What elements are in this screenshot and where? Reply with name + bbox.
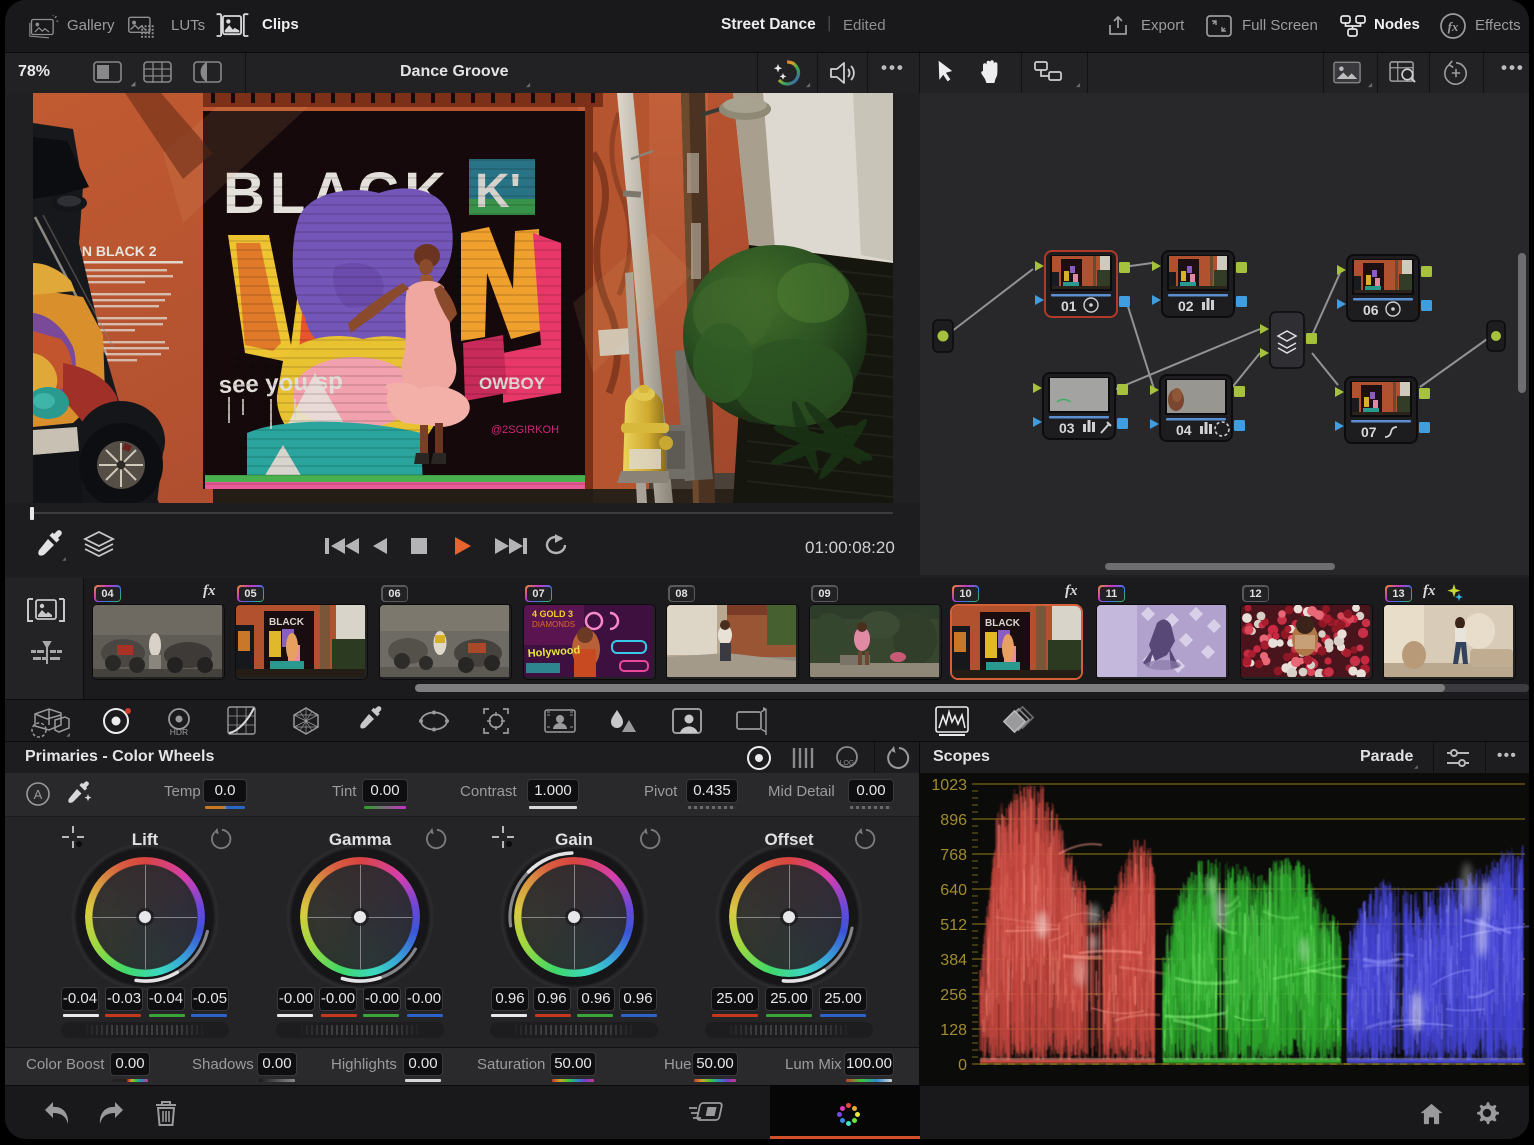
svg-text:0: 0 — [958, 1057, 967, 1074]
svg-text:A: A — [34, 787, 43, 802]
svg-text:03: 03 — [1059, 420, 1075, 436]
svg-text:896: 896 — [940, 812, 967, 829]
svg-text:02: 02 — [1178, 298, 1194, 314]
svg-text:128: 128 — [940, 1022, 967, 1039]
svg-text:01: 01 — [1061, 298, 1077, 314]
svg-text:06: 06 — [1363, 302, 1379, 318]
svg-text:LOG: LOG — [840, 760, 855, 767]
svg-text:640: 640 — [940, 882, 967, 899]
svg-text:ON BLACK 2: ON BLACK 2 — [71, 243, 157, 259]
svg-text:4 GOLD 3: 4 GOLD 3 — [532, 609, 573, 619]
svg-text:768: 768 — [940, 847, 967, 864]
svg-text:BLACK: BLACK — [985, 618, 1021, 629]
svg-text:HDR: HDR — [170, 727, 188, 737]
svg-text:OWBOY: OWBOY — [479, 374, 546, 393]
svg-text:1023: 1023 — [931, 777, 967, 794]
svg-text:K': K' — [475, 165, 521, 218]
svg-text:BLACK: BLACK — [269, 617, 305, 628]
svg-text:DIAMONDS: DIAMONDS — [532, 620, 575, 629]
svg-text:256: 256 — [940, 987, 967, 1004]
svg-text:384: 384 — [940, 952, 967, 969]
svg-text:04: 04 — [1176, 422, 1192, 438]
svg-text:512: 512 — [940, 917, 967, 934]
svg-text:fx: fx — [1448, 19, 1459, 34]
svg-text:07: 07 — [1361, 424, 1377, 440]
